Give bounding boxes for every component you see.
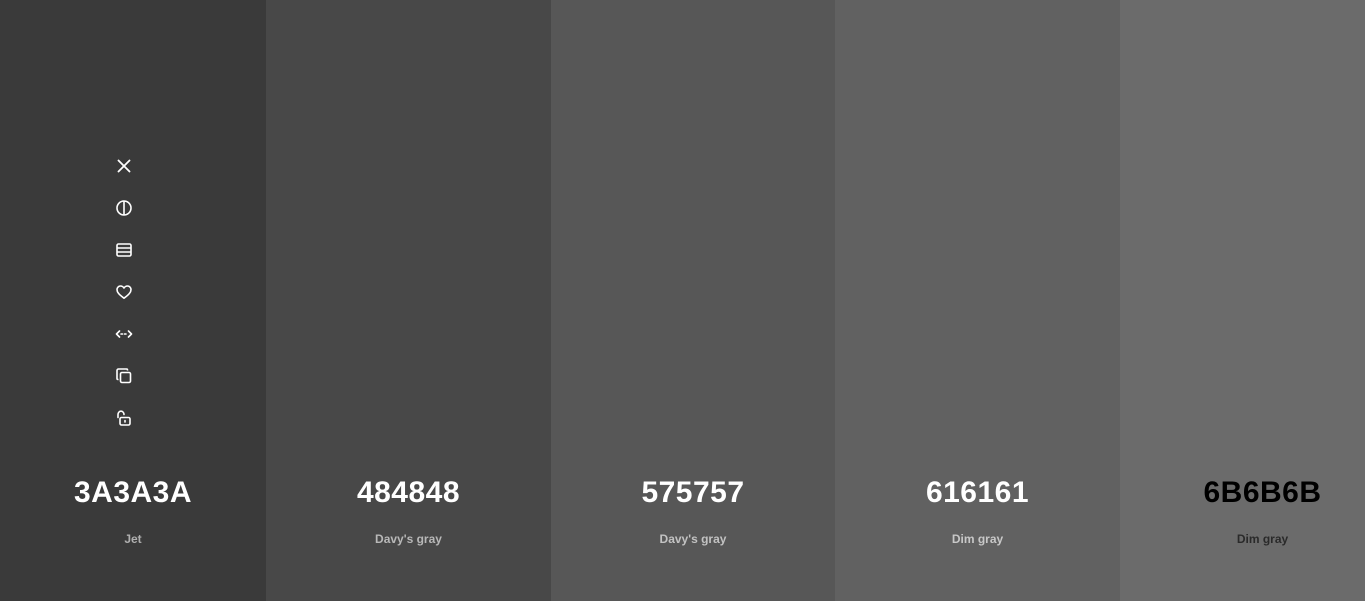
swatch-dim-gray-2[interactable]: 6B6B6B Dim gray [1120, 0, 1365, 601]
swatch-color-name[interactable]: Jet [0, 531, 266, 547]
heart-icon [116, 285, 132, 299]
swatch-dim-gray-1[interactable]: 616161 Dim gray [835, 0, 1120, 601]
swatch-hex-code[interactable]: 616161 [835, 474, 1120, 512]
drag-color-handle[interactable] [112, 322, 136, 346]
swatch-hex-code[interactable]: 575757 [551, 474, 835, 512]
swatch-color-name[interactable]: Davy's gray [551, 531, 835, 547]
close-icon [117, 159, 131, 173]
swatch-color-name[interactable]: Dim gray [835, 531, 1120, 547]
view-contrast-button[interactable] [112, 196, 136, 220]
view-shades-button[interactable] [112, 238, 136, 262]
swatch-color-name[interactable]: Dim gray [1120, 531, 1365, 547]
swatch-davys-gray-2[interactable]: 575757 Davy's gray [551, 0, 835, 601]
swatch-hex-code[interactable]: 3A3A3A [0, 474, 266, 512]
lock-color-button[interactable] [112, 406, 136, 430]
remove-color-button[interactable] [112, 154, 136, 178]
view-shades-icon [116, 243, 132, 257]
copy-color-button[interactable] [112, 364, 136, 388]
copy-icon [116, 368, 132, 384]
swatch-jet[interactable]: 3A3A3A Jet [0, 0, 266, 601]
swatch-davys-gray-1[interactable]: 484848 Davy's gray [266, 0, 551, 601]
unlock-icon [117, 410, 131, 426]
drag-horizontal-icon [115, 330, 133, 338]
contrast-icon [116, 200, 132, 216]
save-color-button[interactable] [112, 280, 136, 304]
color-palette: 3A3A3A Jet 484848 Davy's gray 575757 Dav… [0, 0, 1365, 601]
swatch-color-name[interactable]: Davy's gray [266, 531, 551, 547]
swatch-toolbar [103, 154, 145, 448]
swatch-hex-code[interactable]: 484848 [266, 474, 551, 512]
swatch-hex-code[interactable]: 6B6B6B [1120, 474, 1365, 512]
